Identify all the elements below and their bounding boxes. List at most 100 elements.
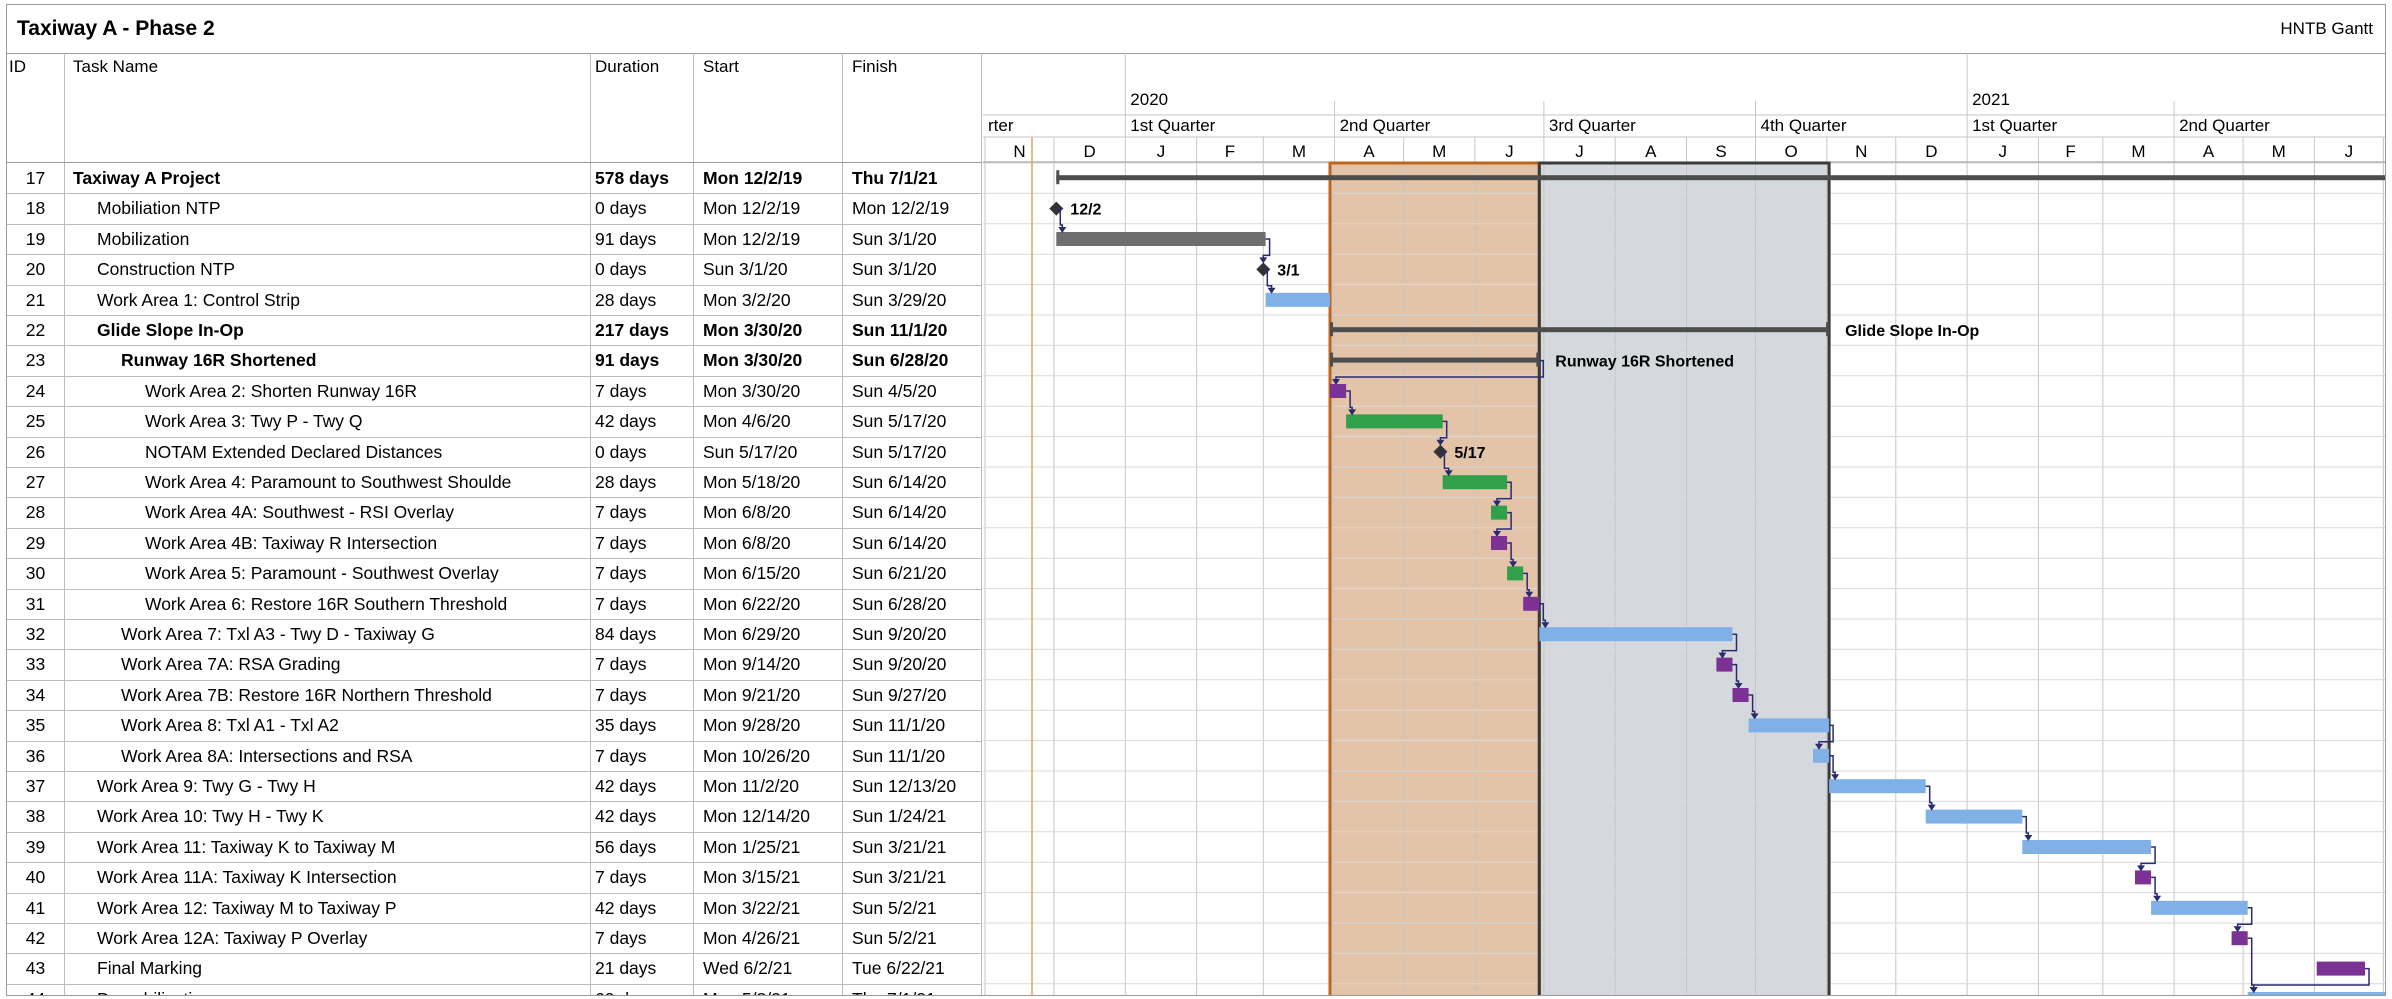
task-bar — [1523, 596, 1540, 611]
task-id: 27 — [25, 472, 46, 492]
task-start: Mon 12/2/19 — [703, 198, 801, 219]
task-start: Mon 12/14/20 — [703, 806, 811, 827]
task-duration: 91 days — [595, 228, 657, 249]
task-id: 17 — [25, 168, 46, 188]
task-id: 39 — [25, 836, 46, 857]
task-row[interactable]: 26 NOTAM Extended Declared Distances 0 day… — [7, 437, 982, 467]
task-id: 29 — [25, 532, 46, 553]
column-header-duration[interactable]: Duration — [595, 57, 659, 77]
task-start: Mon 9/28/20 — [703, 715, 801, 736]
task-duration: 35 days — [595, 715, 657, 736]
task-bar — [2247, 992, 2385, 995]
task-row[interactable]: 23 Runway 16R Shortened 91 days Mon 3/30/20… — [7, 345, 982, 375]
timescale-month: J — [2345, 142, 2354, 161]
timescale-quarter: 4th Quarter — [1761, 116, 1847, 135]
task-row[interactable]: 18 Mobiliation NTP 0 days Mon 12/2/19 Mon 12… — [7, 193, 982, 223]
timescale-quarter: 1st Quarter — [1972, 116, 2057, 135]
task-row[interactable]: 41 Work Area 12: Taxiway M to Taxiway P 42… — [7, 893, 982, 923]
task-finish: Sun 9/27/20 — [852, 684, 947, 705]
task-row[interactable]: 37 Work Area 9: Twy G - Twy H 42 days Mon 1… — [7, 771, 982, 801]
task-row[interactable]: 19 Mobilization 91 days Mon 12/2/19 Sun 3/1/… — [7, 224, 982, 254]
task-finish: Sun 4/5/20 — [852, 380, 937, 401]
task-duration: 7 days — [595, 867, 647, 888]
task-row[interactable]: 43 Final Marking 21 days Wed 6/2/21 Tue 6/22… — [7, 953, 982, 983]
task-row[interactable]: 29 Work Area 4B: Taxiway R Intersection 7 … — [7, 528, 982, 558]
task-start: Mon 6/15/20 — [703, 563, 801, 584]
task-duration: 42 days — [595, 776, 657, 796]
timescale-month: D — [1084, 142, 1096, 161]
task-table: ID Task Name Duration Start Finish 17 Tax… — [7, 53, 984, 995]
task-row[interactable]: 34 Work Area 7B: Restore 16R Northern Thr… — [7, 680, 982, 710]
milestone-label: 3/1 — [1277, 262, 1299, 279]
task-duration: 28 days — [595, 472, 657, 492]
timescale-month: S — [1715, 142, 1726, 161]
task-row[interactable]: 31 Work Area 6: Restore 16R Southern Thre… — [7, 589, 982, 619]
task-row[interactable]: 22 Glide Slope In-Op 217 days Mon 3/30/20 Su… — [7, 315, 982, 345]
task-duration: 7 days — [595, 532, 647, 553]
task-duration: 7 days — [595, 502, 647, 523]
task-duration: 7 days — [595, 563, 647, 584]
summary-label-runway: Runway 16R Shortened — [1555, 354, 1734, 371]
column-header-task-name[interactable]: Task Name — [73, 57, 158, 77]
task-row[interactable]: 39 Work Area 11: Taxiway K to Taxiway M 56… — [7, 832, 982, 862]
column-header-finish[interactable]: Finish — [852, 57, 897, 77]
task-start: Sun 3/1/20 — [703, 259, 788, 280]
column-header-start[interactable]: Start — [703, 57, 739, 77]
task-row[interactable]: 17 Taxiway A Project 578 days Mon 12/2/19 Th… — [7, 163, 982, 193]
task-row[interactable]: 30 Work Area 5: Paramount - Southwest Ove… — [7, 558, 982, 588]
timescale-quarter: 2nd Quarter — [1340, 116, 1431, 135]
task-row[interactable]: 38 Work Area 10: Twy H - Twy K 42 days Mon … — [7, 801, 982, 831]
timescale-month: F — [2065, 142, 2075, 161]
task-id: 28 — [25, 502, 46, 523]
task-bar — [1507, 566, 1524, 581]
summary-label-glide: Glide Slope In-Op — [1845, 323, 1979, 340]
task-finish: Thu 7/1/21 — [847, 984, 984, 995]
task-row[interactable]: 32 Work Area 7: Txl A3 - Twy D - Taxiway … — [7, 619, 982, 649]
milestone-label: 12/2 — [1070, 202, 1101, 219]
task-row[interactable]: 21 Work Area 1: Control Strip 28 days Mon 3… — [7, 285, 982, 315]
task-id: 40 — [25, 867, 46, 888]
task-duration: 217 days — [595, 320, 669, 340]
task-id: 32 — [25, 624, 46, 644]
task-bar — [1925, 809, 2023, 824]
task-id: 22 — [25, 320, 46, 340]
timescale-month: M — [2272, 142, 2286, 161]
task-finish: Sun 6/14/20 — [852, 532, 947, 553]
task-start: Mon 4/6/20 — [703, 411, 791, 432]
timescale-month: D — [1925, 142, 1937, 161]
timescale-month: J — [1575, 142, 1584, 161]
task-row[interactable]: 35 Work Area 8: Txl A1 - Txl A2 35 days Mon… — [7, 710, 982, 740]
task-bar — [1265, 292, 1330, 307]
task-row[interactable]: 28 Work Area 4A: Southwest - RSI Overlay 7… — [7, 497, 982, 527]
task-id: 34 — [25, 684, 46, 705]
task-row[interactable]: 33 Work Area 7A: RSA Grading 7 days Mon 9/1… — [7, 649, 982, 679]
task-row[interactable]: 24 Work Area 2: Shorten Runway 16R 7 days M… — [7, 376, 982, 406]
task-id: 44 — [7, 984, 64, 995]
task-row[interactable]: 40 Work Area 11A: Taxiway K Intersection 7… — [7, 862, 982, 892]
task-row[interactable]: 42 Work Area 12A: Taxiway P Overlay 7 days… — [7, 923, 982, 953]
task-row[interactable]: 27 Work Area 4: Paramount to Southwest Sh… — [7, 467, 982, 497]
gantt-svg: N D J F M A M J J A S O N D J F M A M Jrter 1st Quarter 2nd Q… — [983, 53, 2385, 995]
task-finish: Sun 12/13/20 — [852, 776, 957, 796]
task-start: Mon 9/14/20 — [703, 654, 801, 675]
task-finish: Sun 9/20/20 — [852, 654, 947, 675]
timescale-month: A — [1363, 142, 1375, 161]
task-id: 41 — [25, 897, 46, 918]
task-row[interactable]: 25 Work Area 3: Twy P - Twy Q 42 days Mon 4… — [7, 406, 982, 436]
task-start: Mon 12/2/19 — [703, 168, 803, 188]
task-row[interactable]: 44Demobilization60 daysMon 5/3/21Thu 7/1… — [7, 984, 984, 995]
task-duration: 84 days — [595, 624, 657, 644]
column-header-id[interactable]: ID — [9, 57, 26, 77]
task-start: Mon 6/8/20 — [703, 532, 791, 553]
task-finish: Sun 9/20/20 — [852, 624, 947, 644]
task-bar — [1442, 475, 1508, 490]
task-id: 36 — [25, 745, 46, 766]
timescale-month: F — [1225, 142, 1235, 161]
task-bar — [2231, 931, 2248, 946]
timescale-month: M — [1292, 142, 1306, 161]
task-bar — [1491, 536, 1508, 550]
task-duration: 91 days — [595, 350, 660, 371]
task-row[interactable]: 36 Work Area 8A: Intersections and RSA 7 d… — [7, 741, 982, 771]
task-finish: Thu 7/1/21 — [852, 168, 938, 188]
task-row[interactable]: 20 Construction NTP 0 days Sun 3/1/20 Sun 3/… — [7, 254, 982, 284]
